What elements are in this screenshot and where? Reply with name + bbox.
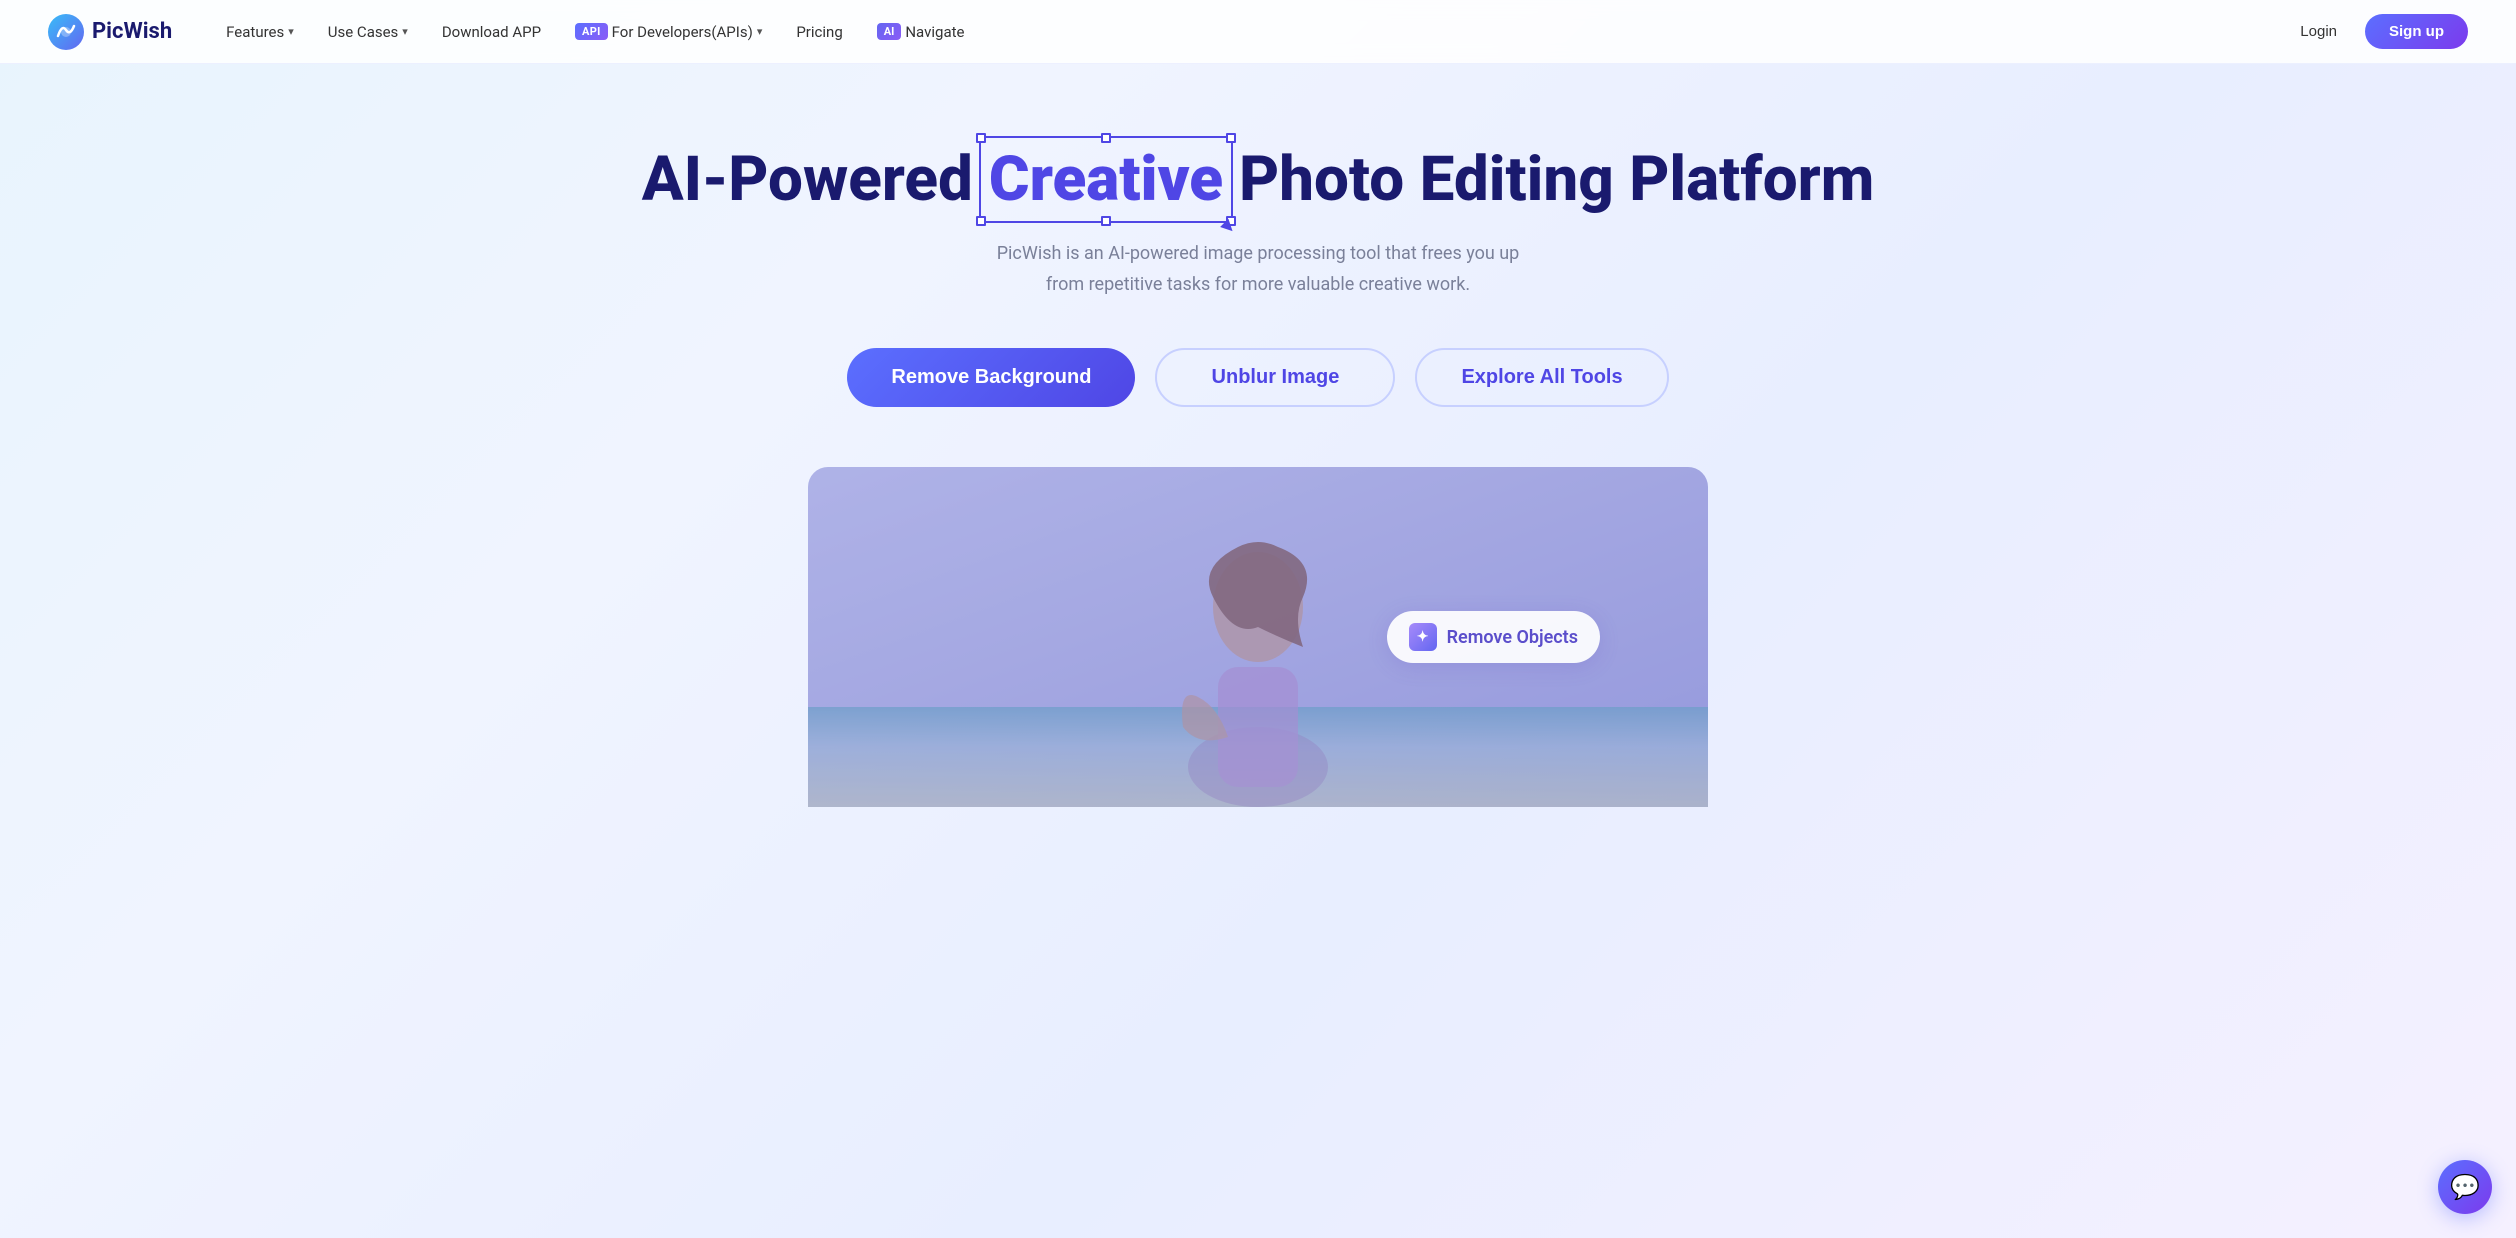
- login-button[interactable]: Login: [2288, 17, 2349, 46]
- nav-item-pricing[interactable]: Pricing: [782, 17, 856, 47]
- chat-icon: 💬: [2450, 1173, 2480, 1201]
- handle-top-middle: [1101, 133, 1111, 143]
- api-badge: API: [575, 23, 608, 40]
- hero-title: AI-Powered Creative ▲ Photo Editing Plat…: [24, 144, 2492, 215]
- chevron-down-icon: ▾: [288, 25, 294, 38]
- nav-item-features[interactable]: Features ▾: [212, 17, 308, 47]
- title-highlight-wrap: Creative ▲: [989, 144, 1223, 215]
- navbar: PicWish Features ▾ Use Cases ▾ Download …: [0, 0, 2516, 64]
- hero-subtitle: PicWish is an AI-powered image processin…: [978, 239, 1538, 300]
- hero-image-area: ✦ Remove Objects: [808, 467, 1708, 807]
- nav-auth: Login Sign up: [2288, 14, 2468, 49]
- handle-bottom-middle: [1101, 216, 1111, 226]
- ai-badge: AI: [877, 23, 902, 40]
- logo[interactable]: PicWish: [48, 14, 172, 50]
- nav-item-download[interactable]: Download APP: [428, 17, 555, 47]
- logo-text: PicWish: [92, 19, 172, 44]
- remove-objects-label: Remove Objects: [1447, 627, 1578, 648]
- title-before: AI-Powered: [642, 144, 973, 215]
- title-highlight: Creative: [989, 143, 1223, 216]
- picwish-logo-icon: [48, 14, 84, 50]
- nav-item-use-cases[interactable]: Use Cases ▾: [314, 17, 422, 47]
- nav-item-navigate[interactable]: AI Navigate: [863, 17, 979, 47]
- handle-top-right: [1226, 133, 1236, 143]
- signup-button[interactable]: Sign up: [2365, 14, 2468, 49]
- remove-objects-icon: ✦: [1409, 623, 1437, 651]
- cta-buttons: Remove Background Unblur Image Explore A…: [24, 348, 2492, 407]
- chevron-down-icon: ▾: [402, 25, 408, 38]
- handle-bottom-left: [976, 216, 986, 226]
- chat-button[interactable]: 💬: [2438, 1160, 2492, 1214]
- hero-section: AI-Powered Creative ▲ Photo Editing Plat…: [0, 64, 2516, 807]
- title-after: Photo Editing Platform: [1239, 144, 1874, 215]
- remove-background-button[interactable]: Remove Background: [847, 348, 1135, 407]
- nav-item-developers[interactable]: API For Developers(APIs) ▾: [561, 17, 776, 47]
- explore-all-tools-button[interactable]: Explore All Tools: [1415, 348, 1668, 407]
- remove-objects-badge[interactable]: ✦ Remove Objects: [1387, 611, 1600, 663]
- chevron-down-icon: ▾: [757, 25, 763, 38]
- handle-top-left: [976, 133, 986, 143]
- unblur-image-button[interactable]: Unblur Image: [1155, 348, 1395, 407]
- nav-links: Features ▾ Use Cases ▾ Download APP API …: [212, 17, 2288, 47]
